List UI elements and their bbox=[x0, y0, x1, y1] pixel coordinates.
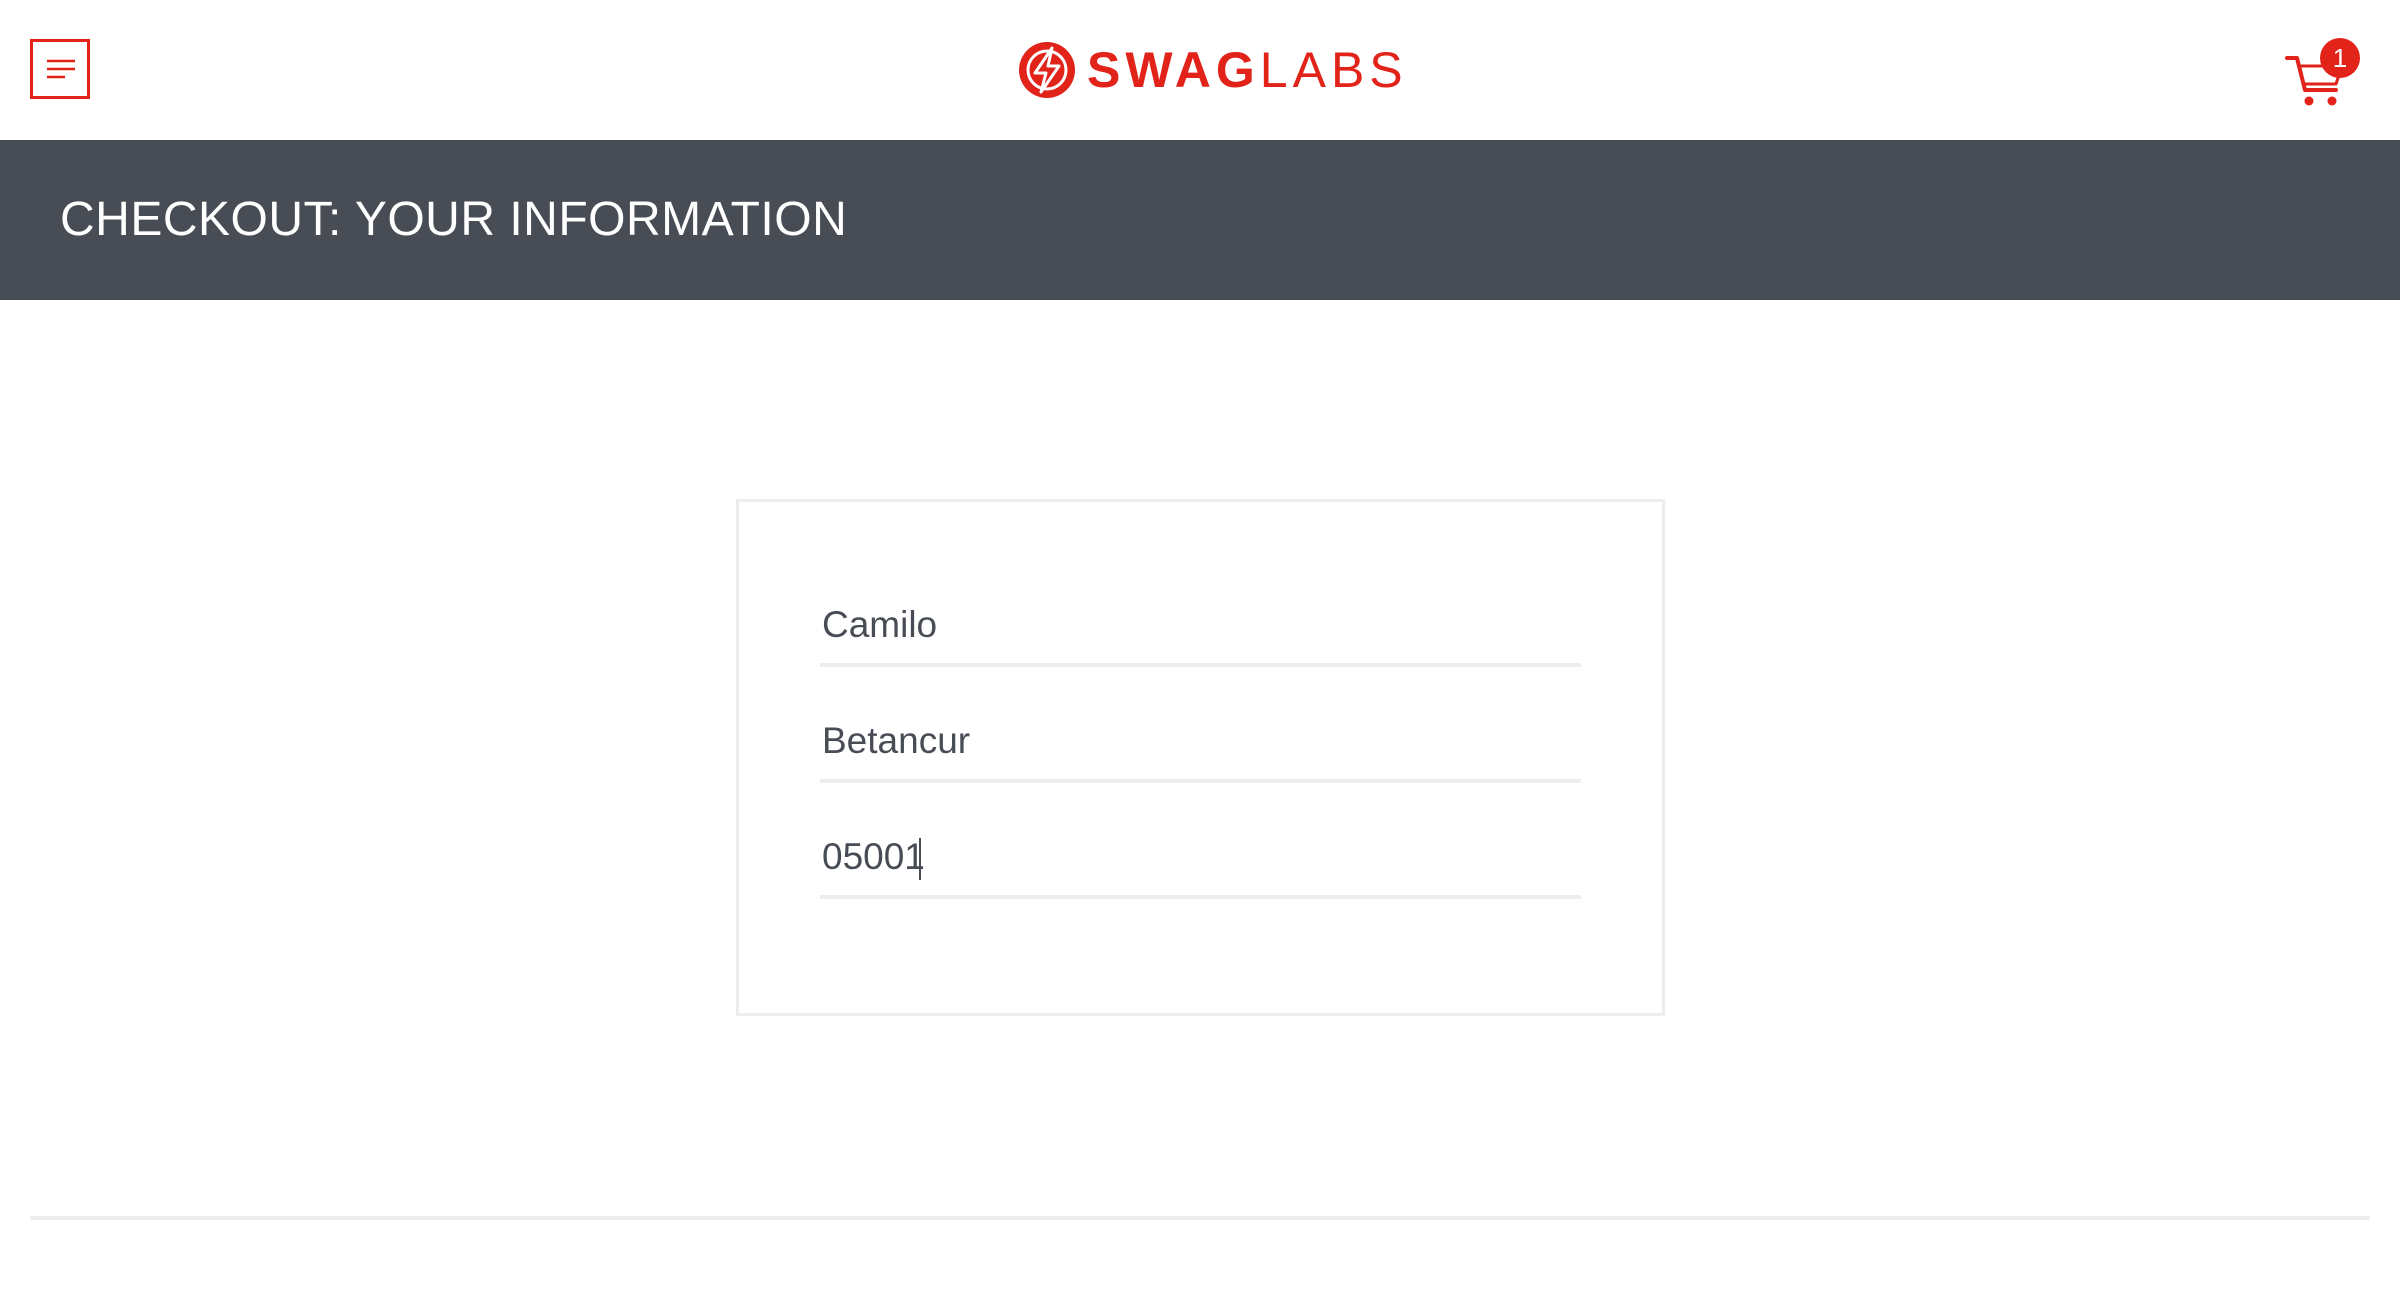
secondary-header: CHECKOUT: YOUR INFORMATION bbox=[0, 140, 2400, 300]
menu-button[interactable] bbox=[30, 39, 90, 99]
checkout-info-form bbox=[736, 499, 1665, 1016]
hamburger-menu-icon bbox=[47, 59, 75, 79]
footer-divider bbox=[30, 1216, 2370, 1220]
brand-logo: SWAGLABS bbox=[1017, 38, 1408, 102]
cart-count-badge: 1 bbox=[2320, 38, 2360, 78]
brand-name-secondary: LABS bbox=[1259, 42, 1408, 98]
brand-name-primary: SWAG bbox=[1087, 42, 1260, 98]
postal-code-field[interactable] bbox=[820, 819, 1581, 899]
top-header: SWAGLABS 1 bbox=[0, 0, 2400, 140]
lightning-bolt-icon bbox=[1019, 42, 1075, 98]
page-title: CHECKOUT: YOUR INFORMATION bbox=[60, 193, 848, 246]
first-name-field[interactable] bbox=[820, 587, 1581, 667]
brand-name: SWAGLABS bbox=[1087, 45, 1408, 95]
last-name-field[interactable] bbox=[820, 703, 1581, 783]
shopping-cart-link[interactable]: 1 bbox=[2284, 38, 2366, 110]
text-cursor bbox=[919, 838, 921, 880]
